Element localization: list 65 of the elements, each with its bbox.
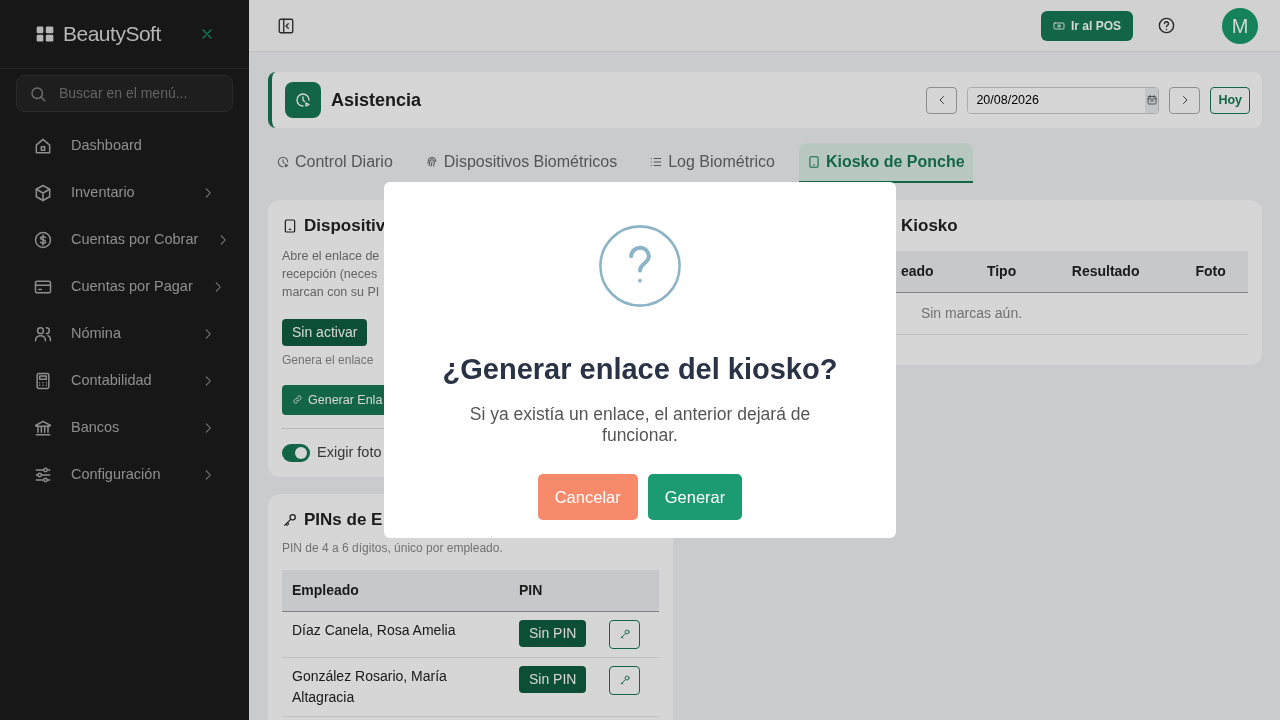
page-title: Asistencia: [331, 88, 423, 112]
search-field[interactable]: Buscar en el menú...: [57, 82, 227, 105]
empty-message: Sin marcas aún.: [920, 304, 1023, 321]
link-icon: [292, 394, 303, 406]
pos-button[interactable]: Ir al POS: [1040, 10, 1133, 41]
sidebar-item[interactable]: Inventario: [0, 169, 249, 216]
tab[interactable]: Kiosko de Ponche: [798, 143, 973, 183]
pin-status-badge: Sin PIN: [519, 665, 587, 693]
logo-icon: [35, 24, 55, 44]
card-title: Kiosko: [901, 215, 958, 237]
sidebar-item[interactable]: Cuentas por Cobrar: [0, 216, 249, 263]
tab[interactable]: Log Biométrico: [641, 143, 783, 183]
toggle-switch[interactable]: [282, 444, 310, 463]
avatar[interactable]: M: [1222, 7, 1258, 44]
subtitle: PIN de 4 a 6 dígitos, único por empleado.: [282, 539, 504, 557]
sidebar-item[interactable]: Cuentas por Pagar: [0, 263, 249, 310]
key-icon: [618, 628, 631, 640]
dialog-message: Si ya existía un enlace, el anterior dejará de funcionar.: [468, 403, 812, 446]
column-header: Resultado: [1071, 262, 1140, 279]
sidebar-toggle-icon[interactable]: [277, 16, 295, 35]
dialog-title: ¿Generar enlace del kiosko?: [442, 352, 838, 387]
column-header: PIN: [509, 569, 599, 611]
card-title: PINs de E: [304, 509, 383, 531]
set-pin-button[interactable]: [609, 665, 640, 695]
tab[interactable]: Control Diario: [268, 143, 401, 183]
description-text: recepción (neces: [282, 265, 379, 283]
search-box[interactable]: Buscar en el menú...: [16, 75, 233, 112]
generate-button[interactable]: Generar: [647, 473, 743, 521]
toggle-label: Exigir foto: [317, 443, 382, 463]
tablet-icon: [282, 217, 298, 234]
tablet-icon: [806, 155, 821, 169]
column-header: Foto: [1195, 262, 1226, 279]
description-text: Abre el enlace de: [282, 247, 381, 265]
sidebar-item[interactable]: Dashboard: [0, 122, 249, 169]
fingerprint-icon: [424, 155, 439, 169]
attendance-icon: [285, 82, 321, 118]
column-header: Tipo: [986, 262, 1017, 279]
help-icon[interactable]: [1157, 16, 1176, 35]
search-icon: [29, 84, 47, 103]
table-cell: Díaz Canela, Rosa Amelia: [282, 611, 509, 657]
calculator-icon: [33, 370, 53, 391]
table-cell: González Rosario, María Altagracia: [282, 657, 509, 716]
clock-icon: [276, 155, 290, 169]
column-header: eado: [901, 262, 934, 279]
key-icon: [282, 511, 298, 528]
set-pin-button[interactable]: [609, 619, 640, 649]
tab[interactable]: Dispositivos Biométricos: [416, 143, 626, 183]
question-icon: [596, 222, 684, 310]
description-text: marcan con su PI: [282, 283, 381, 301]
list-icon: [649, 155, 664, 169]
box-icon: [33, 182, 53, 203]
sidebar-item[interactable]: Bancos: [0, 404, 249, 451]
status-badge: Sin activar: [282, 318, 368, 346]
sidebar-item[interactable]: Contabilidad: [0, 357, 249, 404]
key-icon: [618, 674, 631, 686]
sidebar-item[interactable]: Nómina: [0, 310, 249, 357]
today-button[interactable]: Hoy: [1210, 86, 1250, 114]
pin-status-badge: Sin PIN: [519, 619, 587, 647]
calendar-icon: [1145, 94, 1158, 106]
column-header: Empleado: [282, 569, 509, 611]
sidebar-item[interactable]: Configuración: [0, 451, 249, 498]
dollar-icon: [33, 229, 53, 250]
cash-icon: [1052, 19, 1065, 32]
brand-name: BeautySoft: [63, 21, 161, 48]
card-title: Dispositiv: [304, 215, 386, 237]
